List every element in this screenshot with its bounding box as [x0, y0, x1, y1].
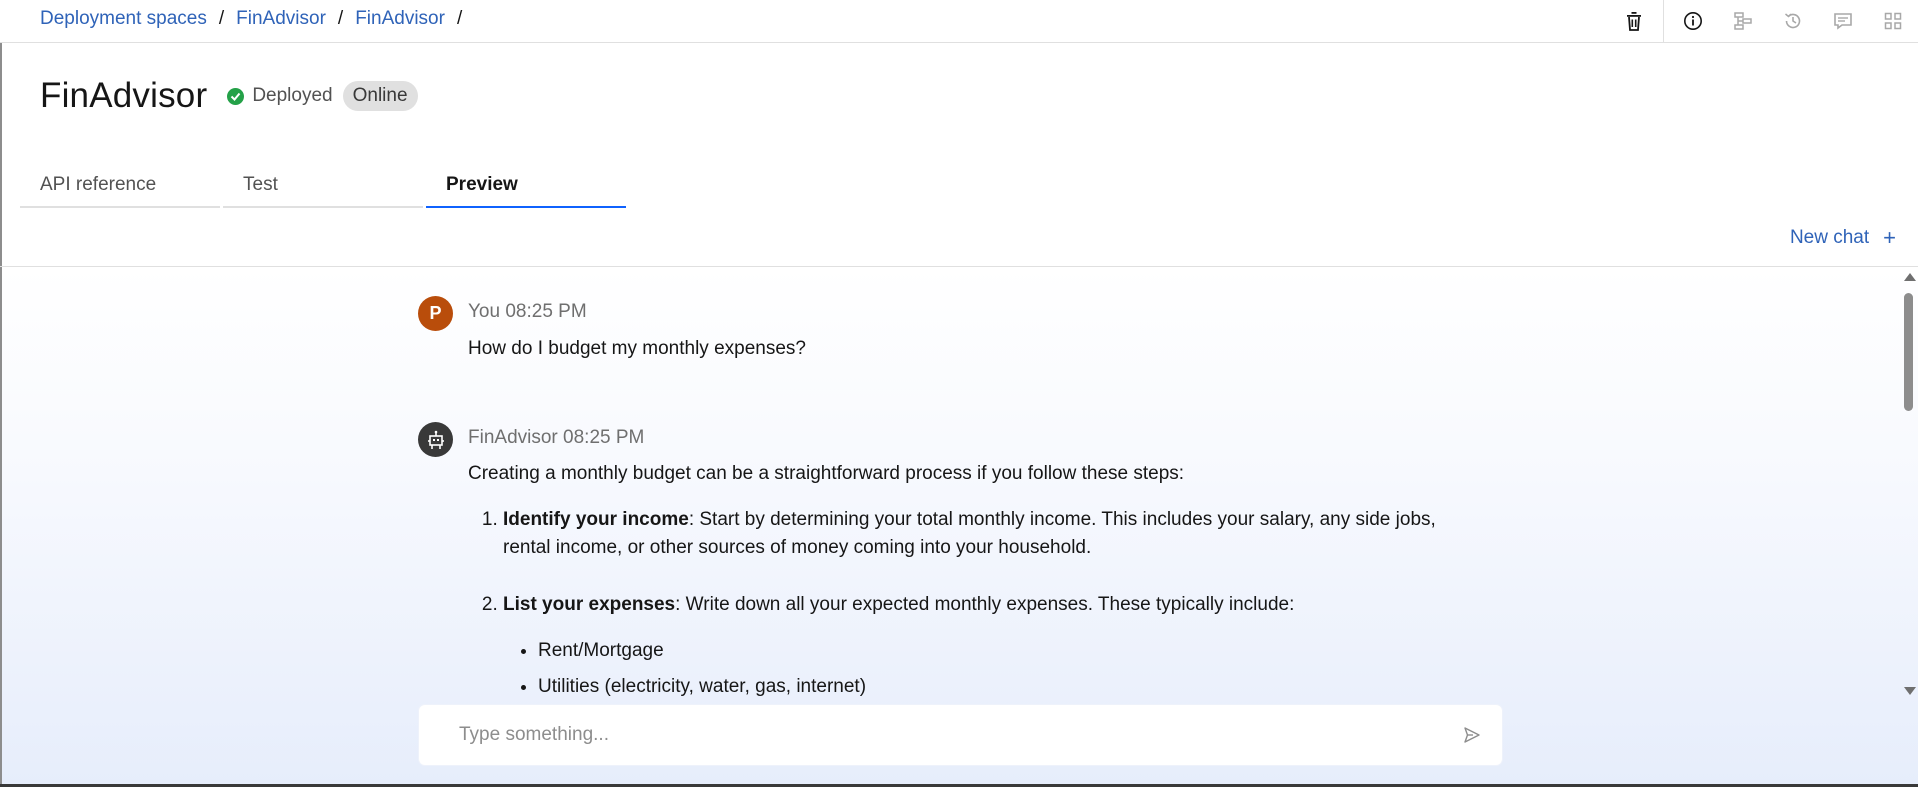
- info-icon[interactable]: [1668, 0, 1718, 42]
- message-text: How do I budget my monthly expenses?: [468, 338, 806, 359]
- history-icon[interactable]: [1768, 0, 1818, 42]
- page-header: FinAdvisor Deployed Online: [40, 76, 418, 116]
- chat-input[interactable]: [419, 724, 1442, 746]
- toolbar: [1609, 0, 1918, 42]
- avatar: P: [418, 296, 453, 331]
- message-header: You 08:25 PM: [468, 301, 587, 322]
- scroll-up-icon[interactable]: [1904, 273, 1916, 281]
- breadcrumb-separator: /: [456, 8, 463, 29]
- step-title: Identify your income: [503, 509, 689, 530]
- check-circle-icon: [227, 87, 245, 105]
- apps-icon[interactable]: [1868, 0, 1918, 42]
- list-item: Identify your income: Start by determini…: [503, 506, 1458, 562]
- tab-api-reference[interactable]: API reference: [20, 164, 220, 208]
- tab-test[interactable]: Test: [223, 164, 423, 208]
- breadcrumb-deployment[interactable]: FinAdvisor: [355, 8, 445, 30]
- message-header: FinAdvisor 08:25 PM: [468, 427, 645, 448]
- tab-list: API reference Test Preview: [20, 164, 629, 208]
- message-intro: Creating a monthly budget can be a strai…: [468, 463, 1185, 484]
- comment-icon[interactable]: [1818, 0, 1868, 42]
- list-item: Utilities (electricity, water, gas, inte…: [538, 673, 1458, 701]
- message-body: Creating a monthly budget can be a strai…: [468, 460, 1458, 709]
- status-text: Deployed: [252, 85, 333, 106]
- breadcrumb-separator: /: [337, 8, 344, 29]
- step-text: : Write down all your expected monthly e…: [675, 594, 1295, 615]
- breadcrumb: Deployment spaces / FinAdvisor / FinAdvi…: [40, 8, 474, 30]
- scroll-down-icon[interactable]: [1904, 687, 1916, 695]
- status-indicator: Deployed: [227, 85, 333, 107]
- plus-icon: +: [1883, 225, 1896, 250]
- send-icon[interactable]: [1442, 705, 1502, 765]
- toolbar-divider: [1663, 0, 1664, 42]
- expense-list: Rent/Mortgage Utilities (electricity, wa…: [538, 637, 1458, 701]
- chat-input-container: [419, 705, 1502, 765]
- new-chat-button[interactable]: New chat +: [1790, 225, 1896, 251]
- scroll-thumb[interactable]: [1904, 293, 1913, 411]
- list-item: List your expenses: Write down all your …: [503, 591, 1458, 701]
- steps-list: Identify your income: Start by determini…: [503, 506, 1458, 701]
- breadcrumb-deployment-spaces[interactable]: Deployment spaces: [40, 8, 207, 30]
- trash-icon[interactable]: [1609, 0, 1659, 42]
- top-bar: Deployment spaces / FinAdvisor / FinAdvi…: [0, 0, 1918, 43]
- page-title: FinAdvisor: [40, 76, 208, 115]
- breadcrumb-separator: /: [218, 8, 225, 29]
- bot-icon: [418, 422, 453, 457]
- breadcrumb-space[interactable]: FinAdvisor: [236, 8, 326, 30]
- tab-preview[interactable]: Preview: [426, 164, 626, 208]
- scrollbar[interactable]: [1900, 267, 1918, 701]
- new-chat-label: New chat: [1789, 227, 1870, 248]
- lineage-icon[interactable]: [1718, 0, 1768, 42]
- step-title: List your expenses: [503, 594, 676, 615]
- list-item: Rent/Mortgage: [538, 637, 1458, 665]
- status-badge: Online: [342, 81, 418, 111]
